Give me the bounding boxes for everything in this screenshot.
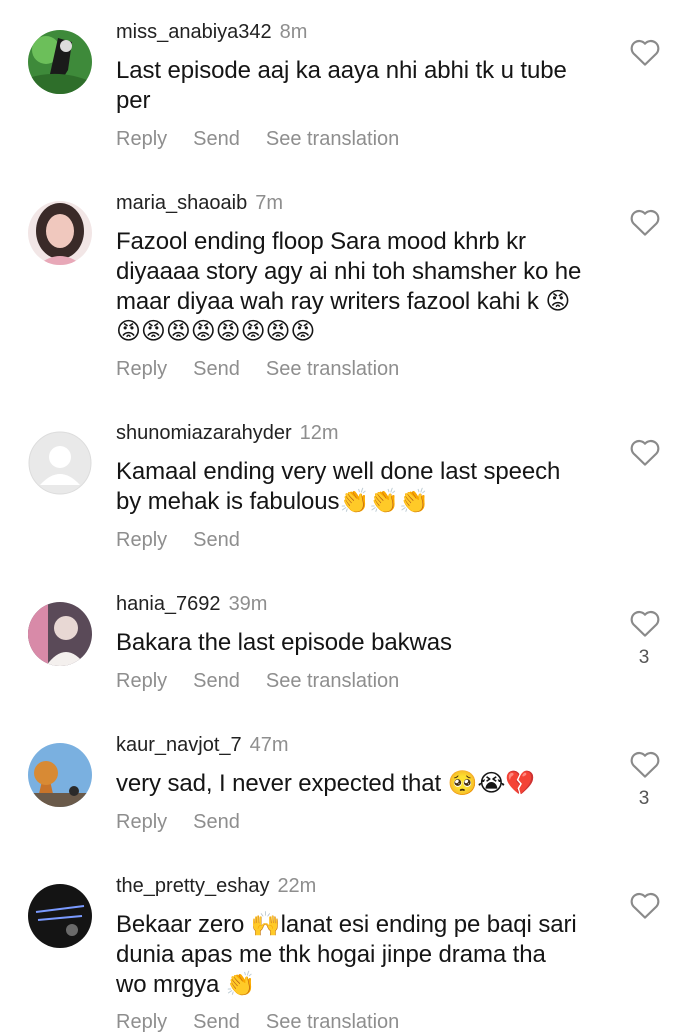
comment-text: Last episode aaj ka aaya nhi abhi tk u t… (116, 56, 606, 116)
comment-actions: Reply Send See translation (116, 127, 425, 151)
reply-button[interactable]: Reply (116, 811, 167, 833)
heart-icon[interactable] (629, 37, 661, 67)
comment-header: kaur_navjot_7 47m (116, 733, 289, 757)
comment-actions: Reply Send See translation (116, 357, 425, 381)
comment-line: by mehak is fabulous👏👏👏 (116, 488, 429, 515)
heart-icon[interactable] (629, 749, 661, 779)
comment-actions: Reply Send (116, 810, 266, 834)
username[interactable]: maria_shaoaib (116, 192, 247, 214)
send-button[interactable]: Send (193, 670, 240, 692)
username[interactable]: miss_anabiya342 (116, 21, 272, 43)
comment-header: miss_anabiya342 8m (116, 20, 307, 44)
heart-icon[interactable] (629, 608, 661, 638)
comment-header: the_pretty_eshay 22m (116, 874, 316, 898)
comment-text: Bekaar zero 🙌lanat esi ending pe baqi sa… (116, 910, 606, 1000)
comment-text: Bakara the last episode bakwas (116, 628, 606, 658)
timestamp: 47m (249, 734, 289, 756)
comment-line: very sad, I never expected that 🥺😭💔 (116, 770, 536, 797)
send-button[interactable]: Send (193, 1011, 240, 1033)
comment-line: Last episode aaj ka aaya nhi abhi tk u t… (116, 57, 567, 84)
comment-text: Kamaal ending very well done last speech… (116, 457, 606, 517)
comment-line: per (116, 87, 151, 114)
heart-icon[interactable] (629, 437, 661, 467)
avatar[interactable] (28, 884, 92, 948)
comment-text: very sad, I never expected that 🥺😭💔 (116, 769, 606, 799)
comment-header: maria_shaoaib 7m (116, 191, 283, 215)
like-count: 3 (638, 647, 650, 668)
timestamp: 7m (255, 192, 283, 214)
comment-line: diyaaaa story agy ai nhi toh shamsher ko… (116, 258, 582, 285)
see-translation-button[interactable]: See translation (266, 670, 399, 692)
comment-line: Bekaar zero 🙌lanat esi ending pe baqi sa… (116, 911, 577, 938)
reply-button[interactable]: Reply (116, 358, 167, 380)
default-avatar-icon[interactable] (28, 431, 92, 495)
avatar[interactable] (28, 201, 92, 265)
timestamp: 12m (299, 422, 339, 444)
send-button[interactable]: Send (193, 811, 240, 833)
comment-actions: Reply Send See translation (116, 1010, 425, 1034)
see-translation-button[interactable]: See translation (266, 128, 399, 150)
avatar[interactable] (28, 30, 92, 94)
send-button[interactable]: Send (193, 529, 240, 551)
username[interactable]: shunomiazarahyder (116, 422, 292, 444)
comment-header: hania_7692 39m (116, 592, 267, 616)
comment-actions: Reply Send (116, 528, 266, 552)
heart-icon[interactable] (629, 890, 661, 920)
see-translation-button[interactable]: See translation (266, 1011, 399, 1033)
username[interactable]: hania_7692 (116, 593, 221, 615)
comment-line: Fazool ending floop Sara mood khrb kr (116, 228, 526, 255)
avatar[interactable] (28, 743, 92, 807)
send-button[interactable]: Send (193, 358, 240, 380)
timestamp: 8m (279, 21, 308, 43)
comment-line: 😡😡😡😡😡😡😡😡 (116, 318, 316, 345)
username[interactable]: kaur_navjot_7 (116, 734, 242, 756)
comment-line: dunia apas me thk hogai jinpe drama tha (116, 941, 546, 968)
timestamp: 22m (277, 875, 317, 897)
comment-header: shunomiazarahyder 12m (116, 421, 339, 445)
like-count: 3 (638, 788, 650, 809)
reply-button[interactable]: Reply (116, 670, 167, 692)
username[interactable]: the_pretty_eshay (116, 875, 269, 897)
reply-button[interactable]: Reply (116, 529, 167, 551)
see-translation-button[interactable]: See translation (266, 358, 399, 380)
timestamp: 39m (228, 593, 268, 615)
comment-line: maar diyaa wah ray writers fazool kahi k… (116, 288, 571, 315)
comment-text: Fazool ending floop Sara mood khrb kr di… (116, 227, 606, 347)
send-button[interactable]: Send (193, 128, 240, 150)
reply-button[interactable]: Reply (116, 1011, 167, 1033)
comment-line: wo mrgya 👏 (116, 971, 256, 998)
comment-actions: Reply Send See translation (116, 669, 425, 693)
reply-button[interactable]: Reply (116, 128, 167, 150)
heart-icon[interactable] (629, 207, 661, 237)
avatar[interactable] (28, 602, 92, 666)
comment-line: Bakara the last episode bakwas (116, 629, 452, 656)
comment-line: Kamaal ending very well done last speech (116, 458, 561, 485)
